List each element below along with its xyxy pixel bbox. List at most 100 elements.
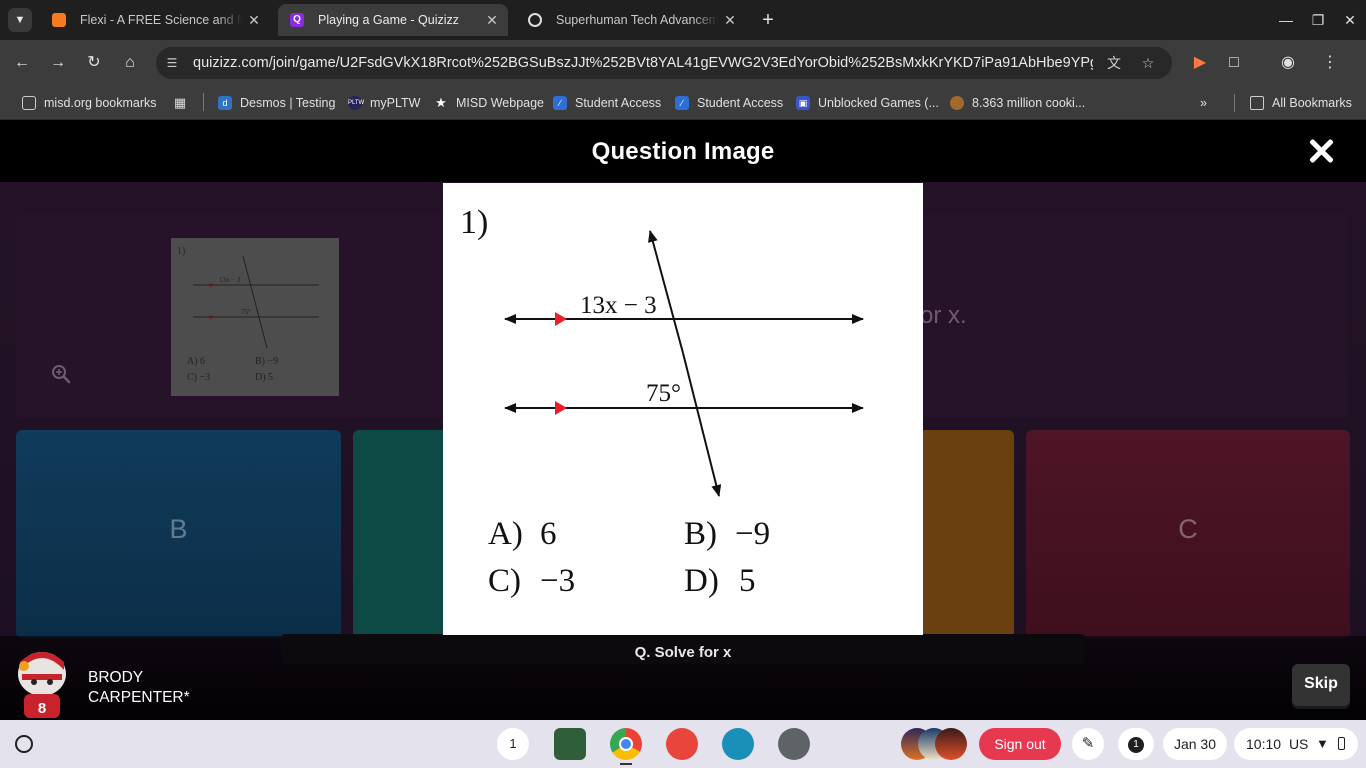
tab-search-chevron-down-icon[interactable]: ▼ bbox=[8, 8, 32, 32]
translate-icon[interactable]: 文 bbox=[1104, 53, 1124, 73]
sign-out-button[interactable]: Sign out bbox=[979, 728, 1061, 760]
browser-toolbar: ← → ↻ ⌂ ☰ quizizz.com/join/game/U2FsdGVk… bbox=[0, 40, 1366, 86]
app-classroom-icon[interactable] bbox=[722, 728, 754, 760]
question-strip: Q. Solve for x bbox=[281, 634, 1085, 664]
home-icon[interactable]: ⌂ bbox=[116, 49, 144, 77]
tab-superhuman[interactable]: Superhuman Tech Advancement ✕ bbox=[516, 4, 746, 36]
bookmark-cookie[interactable]: 8.363 million cooki... bbox=[950, 92, 1085, 114]
site-info-icon[interactable]: ☰ bbox=[164, 55, 180, 71]
answer-label: B bbox=[169, 514, 188, 544]
settings-gear-icon[interactable] bbox=[778, 728, 810, 760]
os-shelf: 1 Sign out ✎ 1 Jan 30 10:10 US ▼ bbox=[0, 720, 1366, 768]
reload-icon[interactable]: ↻ bbox=[80, 49, 108, 77]
restore-window-icon[interactable]: ❐ bbox=[1304, 6, 1332, 34]
student-access-icon: ∕ bbox=[553, 96, 567, 110]
managed-folder-icon bbox=[22, 96, 36, 110]
close-modal-icon[interactable] bbox=[1304, 134, 1338, 168]
modal-title: Question Image bbox=[591, 138, 775, 165]
bookmark-label: Student Access bbox=[697, 96, 784, 110]
bookmark-pltw[interactable]: PLTW myPLTW bbox=[348, 92, 420, 114]
date[interactable]: Jan 30 bbox=[1163, 728, 1227, 760]
answer-option-teal[interactable] bbox=[353, 430, 453, 638]
player-first-name: BRODY bbox=[88, 669, 144, 686]
games-icon: ▣ bbox=[796, 96, 810, 110]
close-tab-icon[interactable]: ✕ bbox=[722, 4, 738, 36]
bookmark-misd-webpage[interactable]: ★ MISD Webpage bbox=[434, 92, 544, 114]
extensions-puzzle-icon[interactable]: □ bbox=[1220, 49, 1248, 77]
quizizz-icon: Q bbox=[290, 13, 304, 27]
bookmark-label: 8.363 million cooki... bbox=[972, 96, 1086, 110]
student-access-icon: ∕ bbox=[675, 96, 689, 110]
openai-icon bbox=[528, 13, 542, 27]
bookmarks-bar: misd.org bookmarks ▦ d Desmos | Testing … bbox=[0, 86, 1366, 120]
bookmark-student-access-2[interactable]: ∕ Student Access bbox=[675, 92, 783, 114]
angle-label-top: 13x − 3 bbox=[580, 292, 657, 319]
question-strip-text: Q. Solve for x bbox=[634, 644, 732, 661]
modal-header: Question Image bbox=[0, 120, 1366, 182]
menu-kebab-icon[interactable]: ⋮ bbox=[1316, 49, 1344, 77]
screenshot-camera-icon[interactable]: ◉ bbox=[1274, 49, 1302, 77]
answer-option-orange[interactable] bbox=[910, 430, 1014, 638]
chrome-icon[interactable] bbox=[610, 728, 642, 760]
answer-c-value: −3 bbox=[540, 563, 575, 599]
extension-megaphone-icon[interactable]: ▶ bbox=[1186, 49, 1214, 77]
status-area[interactable]: 10:10 US ▼ bbox=[1234, 728, 1358, 760]
tab-flexi[interactable]: Flexi - A FREE Science and Math ✕ bbox=[40, 4, 270, 36]
svg-text:A) 6: A) 6 bbox=[187, 356, 205, 367]
bookmark-divider bbox=[203, 93, 204, 111]
bookmark-misd[interactable]: misd.org bookmarks bbox=[22, 92, 157, 114]
svg-text:C) −3: C) −3 bbox=[187, 372, 210, 383]
answer-option-c[interactable]: C bbox=[1026, 430, 1350, 638]
zoom-in-icon[interactable] bbox=[50, 363, 72, 385]
desk-count[interactable]: 1 bbox=[497, 728, 529, 760]
battery-icon bbox=[1338, 737, 1345, 750]
parallel-marker-icon bbox=[555, 312, 567, 326]
bookmarks-overflow-chevron-icon[interactable]: » bbox=[1200, 92, 1207, 114]
app-canvas-paint-icon[interactable] bbox=[666, 728, 698, 760]
close-tab-icon[interactable]: ✕ bbox=[246, 4, 262, 36]
close-window-icon[interactable]: ✕ bbox=[1336, 6, 1364, 34]
pen-stylus-icon[interactable]: ✎ bbox=[1072, 728, 1104, 760]
notification-count: 1 bbox=[1128, 737, 1144, 754]
account-avatars[interactable] bbox=[901, 728, 967, 760]
bookmark-star-icon[interactable]: ☆ bbox=[1138, 53, 1158, 73]
answer-d-letter: D) bbox=[684, 563, 719, 599]
bookmark-label: MISD Webpage bbox=[456, 96, 545, 110]
launcher-icon[interactable] bbox=[15, 735, 33, 753]
tab-quizizz[interactable]: Q Playing a Game - Quizizz ✕ bbox=[278, 4, 508, 36]
desmos-icon: d bbox=[218, 96, 232, 110]
back-arrow-icon[interactable]: ← bbox=[8, 49, 36, 77]
address-bar[interactable]: ☰ quizizz.com/join/game/U2FsdGVkX18Rrcot… bbox=[156, 47, 1172, 79]
bookmark-unblocked-games[interactable]: ▣ Unblocked Games (... bbox=[796, 92, 939, 114]
url-text[interactable]: quizizz.com/join/game/U2FsdGVkX18Rrcot%2… bbox=[193, 47, 1093, 79]
bookmark-label: myPLTW bbox=[370, 96, 421, 110]
skip-button[interactable]: Skip bbox=[1292, 664, 1350, 706]
close-tab-icon[interactable]: ✕ bbox=[484, 4, 500, 36]
bookmark-student-access-1[interactable]: ∕ Student Access bbox=[553, 92, 661, 114]
problem-number: 1) bbox=[460, 204, 488, 241]
active-app-indicator bbox=[620, 763, 632, 765]
minimize-icon[interactable]: — bbox=[1272, 6, 1300, 34]
bookmark-label: Desmos | Testing bbox=[240, 96, 336, 110]
tab-title: Flexi - A FREE Science and Math bbox=[80, 13, 242, 27]
answer-option-b[interactable]: B bbox=[16, 430, 341, 638]
cookie-icon bbox=[950, 96, 964, 110]
transversal-down bbox=[682, 352, 722, 497]
app-minecraft-icon[interactable] bbox=[554, 728, 586, 760]
wifi-icon: ▼ bbox=[1316, 736, 1329, 751]
apps-grid-icon: ▦ bbox=[173, 95, 187, 110]
new-tab-plus-icon[interactable]: + bbox=[758, 8, 778, 32]
svg-text:13x − 3: 13x − 3 bbox=[219, 276, 241, 284]
star-icon: ★ bbox=[435, 95, 447, 110]
question-image: 1) 13x − 3 75° A) 6 B) −9 C) −3 D) 5 bbox=[443, 183, 923, 635]
bookmark-apps[interactable]: ▦ bbox=[173, 92, 189, 114]
bookmark-desmos[interactable]: d Desmos | Testing bbox=[218, 92, 335, 114]
all-bookmarks[interactable]: All Bookmarks bbox=[1250, 92, 1352, 114]
answer-b-value: −9 bbox=[735, 516, 770, 552]
tab-title: Superhuman Tech Advancement bbox=[556, 13, 718, 27]
tab-strip: ▼ Flexi - A FREE Science and Math ✕ Q Pl… bbox=[0, 0, 1366, 40]
forward-arrow-icon[interactable]: → bbox=[44, 49, 72, 77]
bookmark-label: Unblocked Games (... bbox=[818, 96, 939, 110]
notification-counter[interactable]: 1 bbox=[1118, 728, 1154, 760]
question-thumbnail[interactable]: 1) 13x − 3 75° A) 6 B) −9 C) −3 D) 5 bbox=[171, 238, 339, 396]
